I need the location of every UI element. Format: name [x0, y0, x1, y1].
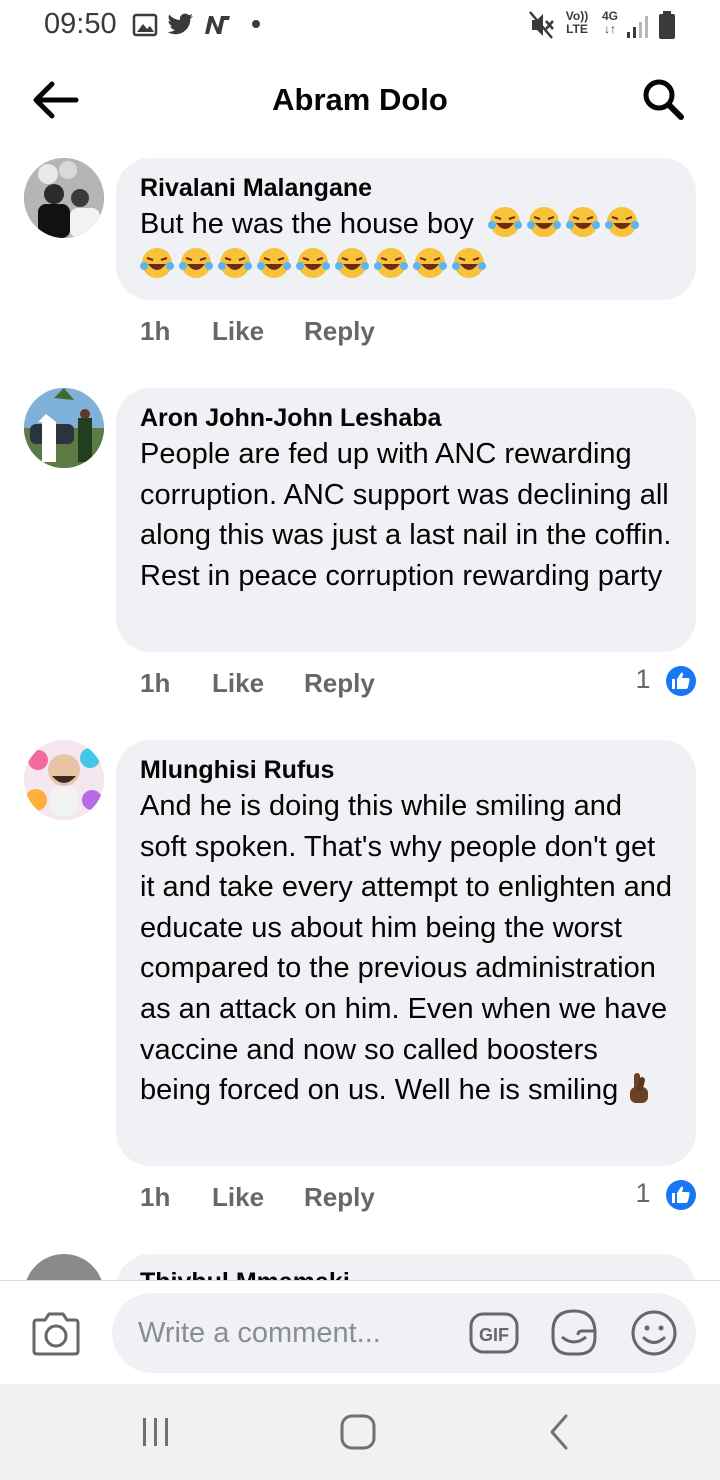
laughing-tears-emoji-icon	[218, 247, 252, 278]
dot-icon	[252, 20, 260, 28]
comment-text: People are fed up with ANC rewarding cor…	[140, 438, 672, 592]
avatar[interactable]	[24, 740, 104, 820]
home-icon[interactable]	[336, 1412, 380, 1452]
avatar-photo	[24, 740, 104, 820]
n-app-icon	[205, 16, 230, 34]
emoji-line-1	[487, 207, 644, 240]
avatar-photo	[24, 158, 104, 238]
comment-time: 1h	[140, 1182, 171, 1212]
hand-with-fingers-crossed-emoji-icon	[630, 1073, 649, 1104]
recent-apps-icon[interactable]	[134, 1412, 178, 1452]
mute-icon	[529, 11, 554, 39]
page-title: Abram Dolo	[272, 82, 448, 117]
reply-button[interactable]: Reply	[304, 1182, 375, 1213]
laughing-tears-emoji-icon	[179, 247, 213, 278]
laughing-tears-emoji-icon	[413, 247, 447, 278]
reaction-count-value: 1	[635, 1178, 651, 1208]
reaction-count[interactable]: 1	[635, 664, 696, 696]
laughing-tears-emoji-icon	[526, 207, 561, 237]
comment-text-body: But he was the house boy	[140, 208, 474, 240]
comment-composer: GIF	[0, 1280, 720, 1385]
comment-author[interactable]: Aron John-John Leshaba	[140, 402, 672, 434]
laughing-tears-emoji-icon	[374, 247, 408, 278]
like-button[interactable]: Like	[212, 1182, 264, 1213]
comment-time: 1h	[140, 668, 171, 698]
thumbs-up-icon	[666, 1179, 696, 1210]
comment-author[interactable]: Mlunghisi Rufus	[140, 754, 672, 786]
reply-button[interactable]: Reply	[304, 668, 375, 699]
comment-item-partial: Thivhul Mmamaki	[0, 1254, 720, 1280]
signal-icon	[627, 16, 648, 38]
laughing-tears-emoji-icon	[452, 247, 486, 278]
laughing-tears-emoji-icon	[565, 207, 600, 237]
svg-text:GIF: GIF	[479, 1325, 509, 1345]
comment-bubble[interactable]: Aron John-John Leshaba People are fed up…	[116, 388, 696, 652]
avatar[interactable]	[24, 1254, 104, 1280]
twitter-icon	[167, 13, 193, 35]
like-button[interactable]: Like	[212, 668, 264, 699]
avatar-photo	[24, 388, 104, 468]
camera-icon[interactable]	[30, 1311, 82, 1357]
laughing-tears-emoji-icon	[604, 207, 639, 237]
gif-icon[interactable]: GIF	[468, 1309, 520, 1357]
comment-time: 1h	[140, 316, 171, 346]
search-icon[interactable]	[640, 76, 686, 122]
comment-author[interactable]: Thivhul Mmamaki	[140, 1268, 350, 1280]
laughing-tears-emoji-icon	[335, 247, 369, 278]
system-navigation-bar	[0, 1384, 720, 1480]
laughing-tears-emoji-icon	[296, 247, 330, 278]
battery-icon	[659, 11, 675, 39]
like-button[interactable]: Like	[212, 316, 264, 347]
laughing-tears-emoji-icon	[257, 247, 291, 278]
laughing-tears-emoji-icon	[140, 247, 174, 278]
comment-author[interactable]: Rivalani Malangane	[140, 172, 672, 204]
comment-text: But he was the house boy	[140, 204, 672, 285]
comment-bubble[interactable]: Thivhul Mmamaki	[116, 1254, 696, 1280]
comment-input[interactable]	[136, 1309, 460, 1357]
emoji-line-2	[140, 245, 672, 286]
comment-bubble[interactable]: Mlunghisi Rufus And he is doing this whi…	[116, 740, 696, 1166]
header: Abram Dolo	[0, 60, 720, 140]
comment-text: And he is doing this while smiling and s…	[140, 786, 672, 1111]
smiley-icon[interactable]	[628, 1307, 680, 1359]
comment-input-container: GIF	[112, 1293, 696, 1373]
sticker-icon[interactable]	[548, 1307, 600, 1359]
back-nav-icon[interactable]	[538, 1412, 582, 1452]
avatar[interactable]	[24, 158, 104, 238]
laughing-tears-emoji-icon	[487, 207, 522, 237]
reply-button[interactable]: Reply	[304, 316, 375, 347]
avatar[interactable]	[24, 388, 104, 468]
reaction-count[interactable]: 1	[635, 1178, 696, 1210]
reaction-count-value: 1	[635, 664, 651, 694]
status-bar: 09:50 Vo)) LTE 4G ↓↑	[0, 0, 720, 52]
status-time: 09:50	[44, 8, 117, 40]
comment-text-body: And he is doing this while smiling and s…	[140, 790, 673, 1107]
4g-icon: 4G ↓↑	[601, 9, 618, 36]
thumbs-up-icon	[666, 665, 696, 696]
comment-bubble[interactable]: Rivalani Malangane But he was the house …	[116, 158, 696, 300]
volte-icon: Vo)) LTE	[565, 9, 589, 36]
gallery-icon	[132, 13, 158, 37]
